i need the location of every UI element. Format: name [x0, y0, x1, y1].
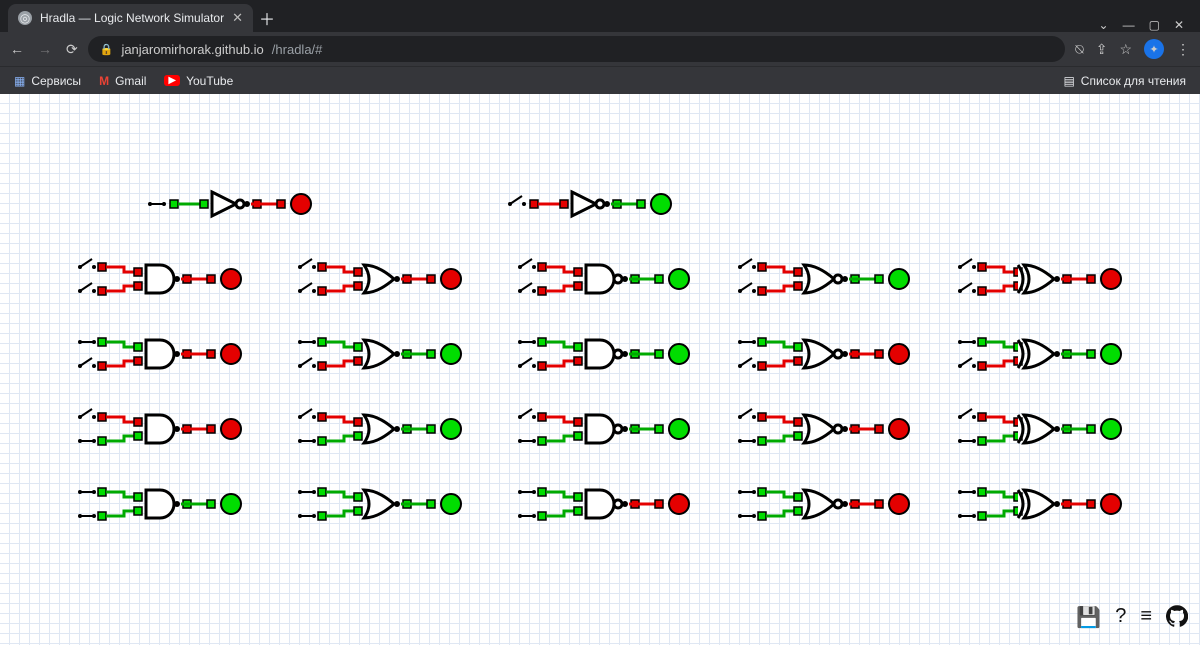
nav-back-icon[interactable]: ← — [10, 41, 24, 57]
circuit[interactable] — [298, 259, 461, 295]
circuit[interactable] — [738, 488, 909, 520]
youtube-icon: ▶ — [164, 75, 180, 86]
bookmark-apps-label: Сервисы — [31, 74, 81, 88]
help-button[interactable]: ? — [1115, 605, 1126, 633]
circuit[interactable] — [508, 192, 671, 216]
save-button[interactable]: 💾 — [1076, 605, 1101, 633]
circuit[interactable] — [518, 409, 689, 445]
nav-forward-icon[interactable]: → — [38, 41, 52, 57]
tab-title: Hradla — Logic Network Simulator — [40, 11, 224, 25]
circuit[interactable] — [518, 338, 689, 370]
bookmarks-bar: ▦ Сервисы M Gmail ▶ YouTube ▤ Список для… — [0, 66, 1200, 94]
new-tab-button[interactable]: ＋ — [253, 4, 281, 32]
circuit[interactable] — [738, 409, 909, 445]
reading-list-button[interactable]: ▤ Список для чтения — [1063, 74, 1186, 88]
nav-reload-icon[interactable]: ⟳ — [66, 41, 78, 58]
window-controls: ⌄ — ▢ ✕ — [1099, 18, 1192, 32]
window-maximize-icon[interactable]: ▢ — [1149, 18, 1160, 32]
omnibox[interactable]: 🔒 janjaromirhorak.github.io/hradla/# — [88, 36, 1066, 62]
extension-icon[interactable]: ✦ — [1144, 39, 1164, 59]
logic-svg[interactable] — [0, 94, 1200, 645]
lock-icon: 🔒 — [100, 43, 114, 56]
circuit[interactable] — [958, 488, 1121, 520]
bookmark-gmail[interactable]: M Gmail — [99, 74, 146, 88]
github-button[interactable] — [1166, 605, 1188, 633]
apps-grid-icon: ▦ — [14, 74, 25, 88]
circuit[interactable] — [298, 338, 461, 370]
github-icon — [1166, 605, 1188, 627]
url-host: janjaromirhorak.github.io — [121, 42, 263, 57]
circuit[interactable] — [958, 259, 1121, 295]
circuit[interactable] — [78, 338, 241, 370]
bookmark-gmail-label: Gmail — [115, 74, 146, 88]
url-path: /hradla/# — [272, 42, 323, 57]
window-close-icon[interactable]: ✕ — [1174, 18, 1184, 32]
tab-strip: ◎ Hradla — Logic Network Simulator ✕ ＋ ⌄… — [0, 0, 1200, 32]
bookmark-youtube-label: YouTube — [186, 74, 233, 88]
browser-tab[interactable]: ◎ Hradla — Logic Network Simulator ✕ — [8, 4, 253, 32]
chevron-down-icon[interactable]: ⌄ — [1099, 18, 1109, 32]
circuit[interactable] — [738, 259, 909, 295]
circuit[interactable] — [518, 259, 689, 295]
tab-close-icon[interactable]: ✕ — [232, 10, 243, 26]
gmail-icon: M — [99, 74, 109, 88]
canvas-wrap: 💾 ? ≡ — [0, 94, 1200, 645]
tab-favicon: ◎ — [18, 11, 32, 25]
circuit[interactable] — [298, 488, 461, 520]
url-bar: ← → ⟳ 🔒 janjaromirhorak.github.io/hradla… — [0, 32, 1200, 66]
circuit[interactable] — [958, 409, 1121, 445]
circuit[interactable] — [518, 488, 689, 520]
share-icon[interactable]: ⇪ — [1096, 41, 1108, 58]
circuit[interactable] — [78, 409, 241, 445]
reading-list-label: Список для чтения — [1081, 74, 1186, 88]
circuit[interactable] — [78, 488, 241, 520]
circuit[interactable] — [148, 192, 311, 216]
reading-list-icon: ▤ — [1063, 74, 1074, 88]
circuit[interactable] — [958, 338, 1121, 370]
circuit[interactable] — [78, 259, 241, 295]
bookmark-star-icon[interactable]: ☆ — [1119, 41, 1132, 58]
menu-button[interactable]: ≡ — [1140, 605, 1152, 633]
bookmark-apps[interactable]: ▦ Сервисы — [14, 74, 81, 88]
circuit[interactable] — [738, 338, 909, 370]
zoom-icon[interactable]: ⍉ — [1075, 41, 1083, 58]
bookmark-youtube[interactable]: ▶ YouTube — [164, 74, 233, 88]
floating-toolbar: 💾 ? ≡ — [1076, 605, 1188, 633]
circuit[interactable] — [298, 409, 461, 445]
browser-menu-icon[interactable]: ⋮ — [1176, 41, 1190, 58]
window-minimize-icon[interactable]: — — [1123, 18, 1135, 32]
